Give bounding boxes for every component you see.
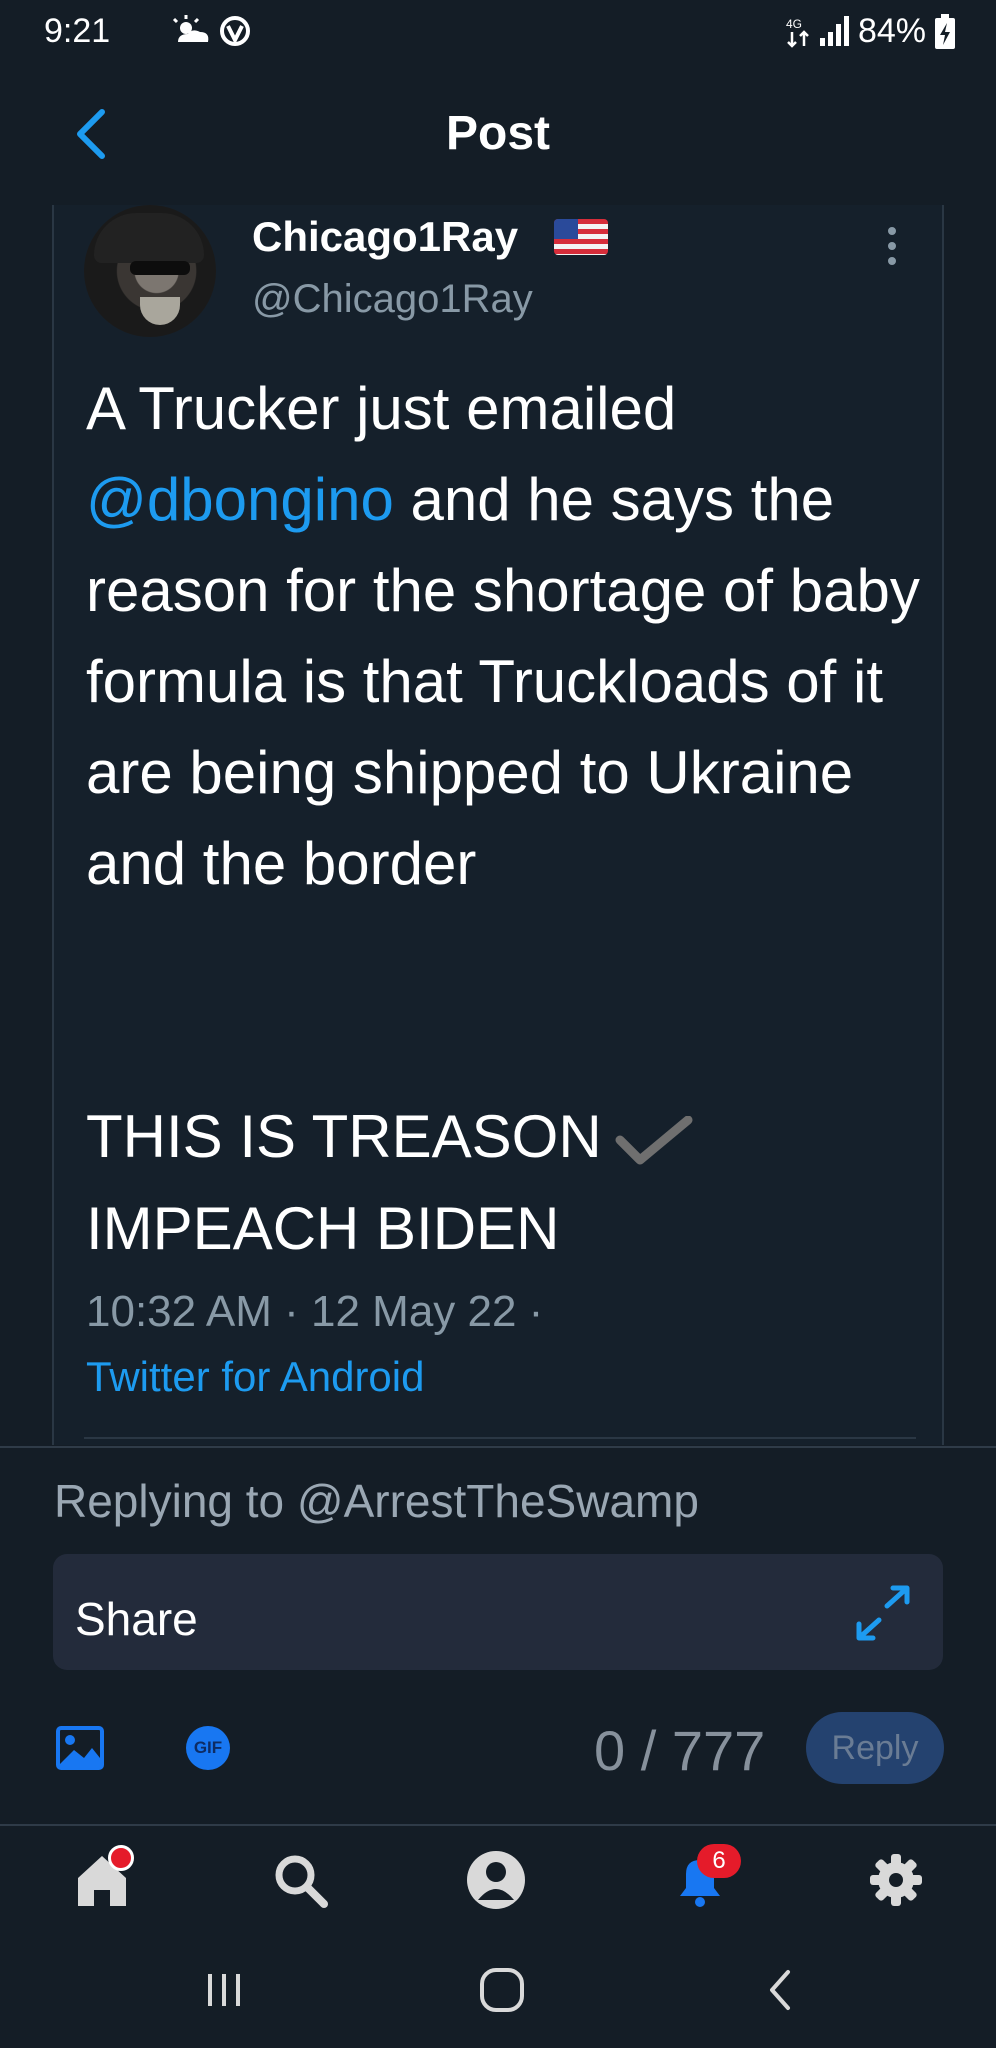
battery-charging-icon (935, 14, 955, 49)
battery-percent: 84% (857, 12, 926, 50)
reply-button[interactable]: Reply (806, 1712, 944, 1784)
replying-to-label: Replying to @ArrestTheSwamp (54, 1475, 699, 1527)
image-icon[interactable] (56, 1726, 104, 1770)
post-timestamp: 10:32 AM · 12 May 22 · (86, 1287, 544, 1336)
checkmark-icon (615, 1116, 693, 1165)
home-badge (108, 1845, 134, 1871)
profile-icon[interactable] (466, 1850, 526, 1910)
recent-apps-icon[interactable] (194, 1960, 254, 2020)
home-button-icon[interactable] (472, 1960, 532, 2020)
character-counter: 0 / 777 (594, 1719, 766, 1782)
divider (0, 1824, 996, 1826)
search-icon[interactable] (270, 1850, 330, 1910)
post-body: A Trucker just emailed @dbongino and he … (86, 363, 926, 909)
app-header: Post (0, 64, 996, 206)
status-time: 9:21 (44, 12, 111, 50)
post-card[interactable]: Chicago1Ray @Chicago1Ray A Trucker just … (52, 205, 944, 1445)
emphasis-line-1: THIS IS TREASON (86, 1103, 602, 1170)
settings-icon[interactable] (866, 1850, 926, 1910)
post-emphasis: THIS IS TREASON IMPEACH BIDEN (86, 1091, 926, 1275)
mention-link[interactable]: @dbongino (86, 466, 394, 533)
reply-input[interactable]: Share (53, 1554, 943, 1670)
expand-icon[interactable] (853, 1584, 913, 1642)
page-title: Post (445, 107, 550, 160)
divider (84, 1437, 916, 1439)
author-handle: @Chicago1Ray (252, 277, 533, 321)
post-source[interactable]: Twitter for Android (86, 1353, 424, 1401)
svg-text:4G: 4G (786, 17, 802, 31)
divider (0, 1446, 996, 1448)
weather-icon (172, 15, 209, 42)
emphasis-line-2: IMPEACH BIDEN (86, 1195, 560, 1262)
reply-input-text[interactable]: Share (75, 1592, 198, 1646)
signal-icon (820, 16, 849, 46)
data-arrows-icon: 4G (786, 17, 809, 48)
post-body-prefix: A Trucker just emailed (86, 375, 677, 442)
author-name: Chicago1Ray (252, 213, 519, 260)
back-icon[interactable] (752, 1960, 812, 2020)
vpn-icon (220, 16, 250, 46)
gif-icon[interactable]: GIF (186, 1726, 230, 1770)
notification-badge: 6 (697, 1844, 741, 1878)
more-options-icon[interactable] (880, 223, 904, 269)
avatar (84, 205, 216, 337)
us-flag-icon (554, 219, 608, 255)
status-bar: 9:21 4G 84% (0, 0, 996, 64)
